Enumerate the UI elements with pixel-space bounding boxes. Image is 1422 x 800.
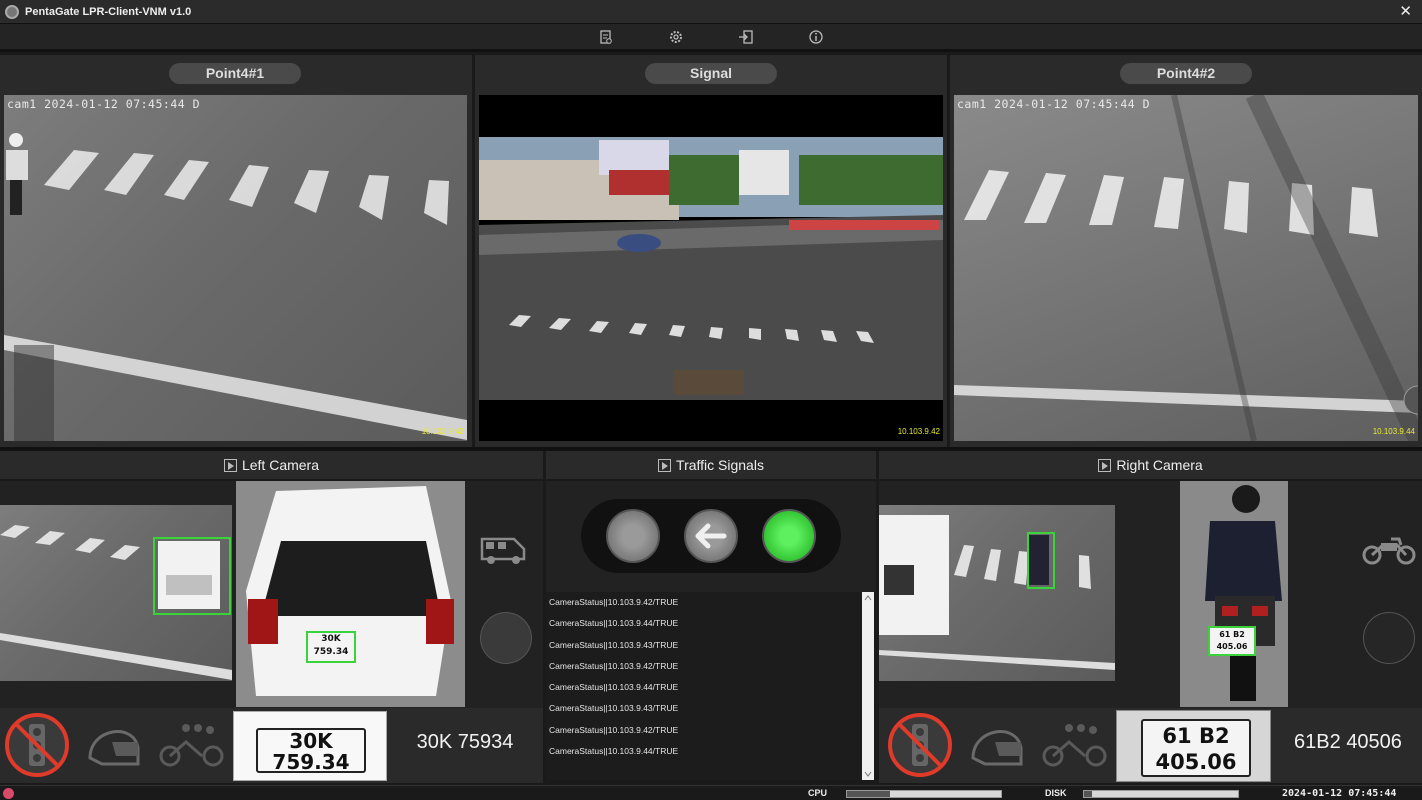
play-icon[interactable] — [1098, 459, 1112, 472]
left-camera-thumb[interactable] — [0, 505, 232, 681]
van-icon — [480, 537, 526, 564]
right-vehicle-crop[interactable]: 61 B2 405.06 — [1180, 481, 1288, 707]
app-logo-icon — [5, 4, 19, 19]
log-scrollbar[interactable] — [862, 592, 874, 780]
point1-timestamp: cam1 2024-01-12 07:45:44 D — [7, 97, 201, 111]
left-status-indicator[interactable] — [480, 612, 532, 664]
log-line: CameraStatus||10.103.9.43/TRUE — [549, 703, 679, 714]
point1-label: Point4#1 — [169, 63, 301, 84]
right-camera-footer: 61 B2 405.06 61B2 40506 — [879, 708, 1422, 783]
gear-icon[interactable] — [668, 29, 684, 45]
signal-light-off — [606, 509, 660, 563]
clock: 2024-01-12 07:45:44 — [1282, 788, 1397, 799]
no-traffic-light-icon — [888, 713, 952, 777]
point1-ip: 10.103.9.43 — [421, 427, 464, 436]
right-camera-body: 61 B2 405.06 — [879, 481, 1422, 708]
left-car-image — [236, 481, 465, 707]
point1-panel: Point4#1 cam1 2024-01-12 07:45:44 D 10.1… — [0, 55, 472, 447]
info-icon[interactable] — [808, 29, 824, 45]
right-status-indicator[interactable] — [1363, 612, 1415, 664]
right-detect-box — [1027, 532, 1055, 589]
status-bar: CPU DISK 2024-01-12 07:45:44 — [0, 785, 1422, 800]
right-camera-thumb[interactable] — [879, 505, 1115, 681]
right-plate-box — [1208, 626, 1256, 656]
right-plate-number: 61B2 40506 — [1294, 731, 1402, 753]
window-title: PentaGate LPR-Client-VNM v1.0 — [25, 5, 192, 18]
logout-icon[interactable] — [738, 29, 754, 45]
scrollbar-arrows — [864, 595, 872, 777]
signal-light-green — [762, 509, 816, 563]
signal-label: Signal — [645, 63, 777, 84]
disk-meter-fill — [1084, 791, 1092, 797]
log-line: CameraStatus||10.103.9.44/TRUE — [549, 746, 679, 757]
helmet-icon — [971, 730, 1023, 766]
log-line: CameraStatus||10.103.9.42/TRUE — [549, 597, 679, 607]
point1-camera-feed[interactable]: cam1 2024-01-12 07:45:44 D 10.103.9.43 — [4, 95, 467, 441]
crosswalk-stripes-2 — [954, 95, 1418, 441]
traffic-signals-title: Traffic Signals — [676, 457, 764, 473]
point2-ip: 10.103.9.44 — [1372, 427, 1415, 436]
left-plate-box — [306, 631, 356, 663]
disk-meter — [1083, 790, 1239, 798]
signal-light-left-arrow — [684, 509, 738, 563]
helmet-icon — [88, 730, 140, 766]
right-camera-header: Right Camera — [879, 451, 1422, 479]
log-line: CameraStatus||10.103.9.44/TRUE — [549, 682, 679, 693]
right-thumb-scene — [879, 515, 1115, 670]
signal-camera-feed[interactable]: 10.103.9.42 — [479, 95, 943, 441]
left-plate-image: 30K 759.34 — [233, 711, 387, 781]
log-line: CameraStatus||10.103.9.44/TRUE — [549, 618, 679, 629]
motorbike-icon — [1362, 537, 1416, 565]
left-arrow-icon — [695, 523, 727, 549]
left-camera-title: Left Camera — [241, 457, 320, 473]
cpu-meter-fill — [847, 791, 891, 797]
traffic-lights-area — [546, 481, 876, 592]
toolbar — [0, 24, 1422, 52]
passengers-icon — [159, 724, 224, 767]
event-log[interactable]: CameraStatus||10.103.9.42/TRUE CameraSta… — [546, 592, 862, 780]
crosswalk-stripes — [4, 133, 467, 441]
point2-timestamp: cam1 2024-01-12 07:45:44 D — [957, 97, 1151, 111]
left-camera-body: 30K 759.34 — [0, 481, 543, 708]
intersection-scene — [479, 95, 943, 441]
log-line: CameraStatus||10.103.9.43/TRUE — [549, 639, 679, 650]
no-traffic-light-icon — [5, 713, 69, 777]
signal-panel: Signal 10.103.9.42 — [475, 55, 947, 447]
point2-camera-feed[interactable]: cam1 2024-01-12 07:45:44 D 10.103.9.44 — [954, 95, 1418, 441]
disk-label: DISK — [1045, 788, 1067, 798]
left-camera-header: Left Camera — [0, 451, 543, 479]
left-vehicle-crop[interactable]: 30K 759.34 — [236, 481, 465, 707]
cpu-meter — [846, 790, 1002, 798]
point2-panel: Point4#2 cam1 2024-01-12 07:45:44 D 10.1… — [950, 55, 1422, 447]
right-camera-title: Right Camera — [1116, 457, 1203, 473]
title-bar: PentaGate LPR-Client-VNM v1.0 ✕ — [0, 0, 1422, 24]
right-plate-image: 61 B2 405.06 — [1116, 710, 1271, 782]
log-line: CameraStatus||10.103.9.42/TRUE — [549, 724, 679, 735]
play-icon[interactable] — [223, 459, 237, 472]
app-status-icon — [3, 788, 14, 799]
close-button[interactable]: ✕ — [1399, 2, 1412, 20]
right-bike-image — [1205, 485, 1282, 701]
cpu-label: CPU — [808, 788, 828, 798]
log-line: CameraStatus||10.103.9.42/TRUE — [549, 660, 679, 671]
left-camera-footer: 30K 759.34 30K 75934 — [0, 708, 543, 783]
report-icon[interactable] — [598, 29, 614, 45]
point2-label: Point4#2 — [1120, 63, 1252, 84]
play-icon[interactable] — [658, 459, 672, 472]
signal-ip: 10.103.9.42 — [897, 427, 940, 436]
passengers-icon — [1042, 724, 1107, 767]
left-detect-box — [153, 537, 231, 615]
left-plate-number: 30K 75934 — [416, 731, 514, 753]
traffic-signals-header: Traffic Signals — [546, 451, 876, 479]
